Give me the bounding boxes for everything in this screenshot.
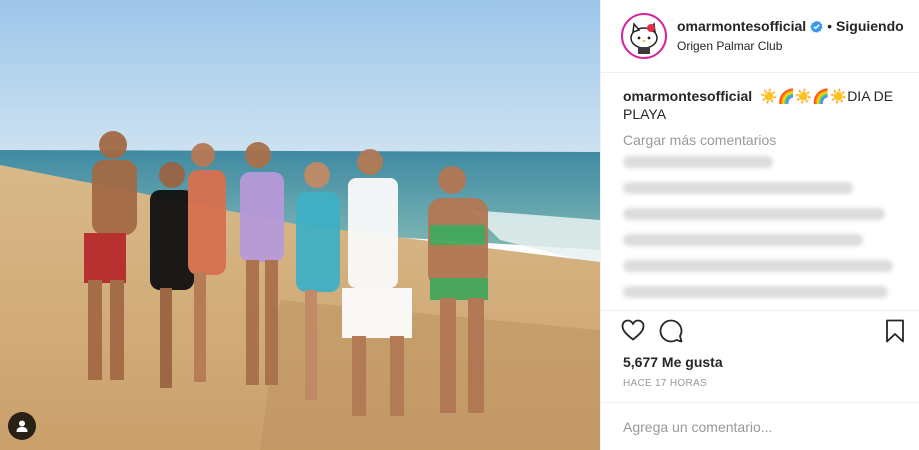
bookmark-icon[interactable]	[885, 319, 905, 343]
add-comment-input[interactable]	[623, 418, 897, 435]
header-separator: •	[827, 18, 833, 34]
header-text: omarmontesofficial • Siguiendo Origen Pa…	[677, 17, 904, 55]
post-timestamp[interactable]: HACE 17 HORAS	[601, 372, 919, 402]
post-header: omarmontesofficial • Siguiendo Origen Pa…	[601, 0, 919, 73]
comment-icon[interactable]	[659, 319, 683, 343]
caption-username[interactable]: omarmontesofficial	[623, 88, 752, 104]
verified-badge	[810, 19, 823, 33]
action-bar-left	[621, 319, 885, 343]
hello-kitty-avatar-icon	[624, 16, 664, 56]
add-comment-bar	[601, 402, 919, 450]
avatar[interactable]	[621, 13, 667, 59]
post-caption: omarmontesofficial ☀️🌈☀️🌈☀️DIA DE PLAYA	[623, 87, 903, 123]
action-bar	[601, 310, 919, 350]
verified-icon	[810, 19, 823, 33]
blurred-comment-line	[623, 208, 885, 220]
header-top: omarmontesofficial • Siguiendo	[677, 17, 904, 35]
blurred-comment-line	[623, 182, 853, 194]
follow-status-button[interactable]: Siguiendo	[836, 17, 904, 35]
post-photo[interactable]	[0, 0, 600, 450]
blurred-comment-line	[623, 156, 773, 168]
blurred-comment-line	[623, 234, 863, 246]
load-more-comments-button[interactable]: Cargar más comentarios	[623, 132, 903, 148]
likes-count[interactable]: 5,677 Me gusta	[601, 350, 919, 372]
post-sidebar: omarmontesofficial • Siguiendo Origen Pa…	[600, 0, 919, 450]
post-location[interactable]: Origen Palmar Club	[677, 37, 904, 55]
user-tag-icon	[16, 420, 28, 432]
header-username[interactable]: omarmontesofficial	[677, 17, 806, 35]
comments-section: omarmontesofficial ☀️🌈☀️🌈☀️DIA DE PLAYA …	[601, 73, 919, 310]
instagram-post: omarmontesofficial • Siguiendo Origen Pa…	[0, 0, 919, 450]
tagged-users-button[interactable]	[8, 412, 36, 440]
blurred-comment-line	[623, 286, 888, 298]
beach-photo	[0, 0, 600, 450]
heart-icon[interactable]	[621, 319, 645, 341]
blurred-comment-line	[623, 260, 893, 272]
blurred-comments	[623, 156, 899, 298]
